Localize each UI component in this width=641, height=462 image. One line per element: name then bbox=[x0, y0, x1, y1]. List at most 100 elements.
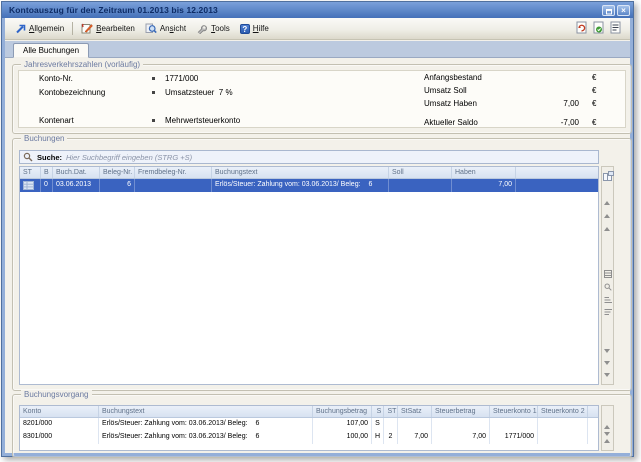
row-up-button[interactable] bbox=[604, 422, 612, 430]
cell-buchungstext: Erlös/Steuer: Zahlung vom: 03.06.2013/ B… bbox=[212, 179, 389, 192]
tabstrip: Alle Buchungen bbox=[5, 41, 630, 58]
umsatz-haben-label: Umsatz Haben bbox=[424, 99, 477, 108]
menu-allgemein-label: Allgemein bbox=[29, 24, 64, 33]
close-button[interactable]: × bbox=[617, 5, 630, 16]
row-down-button[interactable] bbox=[604, 353, 612, 361]
search-input[interactable]: Suche: Hier Suchbegriff eingeben (STRG +… bbox=[19, 150, 599, 164]
group-jahresverkehrszahlen: Jahresverkehrszahlen (vorläufig) Konto-N… bbox=[12, 64, 632, 134]
cell-konto: 8301/000 bbox=[20, 431, 99, 444]
magnifier-icon bbox=[604, 283, 612, 291]
anfangsbestand-label: Anfangsbestand bbox=[424, 73, 482, 82]
buchungsvorgang-grid-header: Konto Buchungstext Buchungsbetrag S ST S… bbox=[20, 406, 598, 418]
zoom-button[interactable] bbox=[604, 278, 612, 286]
cell-konto: 8201/000 bbox=[20, 418, 99, 431]
column-header-steuerbetrag[interactable]: Steuerbetrag bbox=[432, 406, 490, 417]
cell-steuerkonto1: 1771/000 bbox=[490, 431, 538, 444]
window-title: Kontoauszug für den Zeitraum 01.2013 bis… bbox=[9, 5, 600, 15]
column-chooser-icon bbox=[603, 171, 614, 181]
approve-document-icon bbox=[593, 21, 604, 34]
aktueller-saldo-label: Aktueller Saldo bbox=[424, 118, 478, 127]
buchungen-grid-header: ST B Buch.Dat. Beleg-Nr. Fremdbeleg-Nr. … bbox=[20, 167, 598, 179]
app-window: Kontoauszug für den Zeitraum 01.2013 bis… bbox=[1, 1, 634, 457]
column-header-haben[interactable]: Haben bbox=[452, 167, 516, 178]
row-marker-cell bbox=[20, 179, 41, 192]
column-header-soll[interactable]: Soll bbox=[389, 167, 452, 178]
column-header-buchungstext[interactable]: Buchungstext bbox=[212, 167, 389, 178]
report-document-icon bbox=[610, 21, 621, 34]
konto-nr-value: 1771/000 bbox=[165, 74, 198, 83]
search-placeholder: Hier Suchbegriff eingeben (STRG +S) bbox=[66, 153, 192, 162]
approve-document-button[interactable] bbox=[593, 21, 604, 36]
booking-row-selected[interactable]: 0 03.06.2013 6 Erlös/Steuer: Zahlung vom… bbox=[20, 179, 598, 192]
cell-fremdbelegnr bbox=[135, 179, 212, 192]
arrow-up-right-icon bbox=[15, 24, 26, 34]
menu-hilfe[interactable]: ? Hilfe bbox=[235, 22, 274, 36]
question-badge-icon: ? bbox=[240, 24, 250, 34]
column-header-st[interactable]: ST bbox=[384, 406, 398, 417]
menu-ansicht-label: Ansicht bbox=[160, 24, 186, 33]
go-last-button[interactable] bbox=[604, 377, 612, 385]
go-first-button[interactable] bbox=[604, 184, 612, 192]
edit-page-icon bbox=[81, 23, 93, 34]
go-first-button[interactable] bbox=[604, 408, 612, 416]
search-label: Suche: bbox=[37, 153, 62, 162]
column-header-buchdat[interactable]: Buch.Dat. bbox=[53, 167, 100, 178]
cell-filler bbox=[588, 418, 598, 431]
buchungsvorgang-grid: Konto Buchungstext Buchungsbetrag S ST S… bbox=[19, 405, 599, 451]
column-header-st[interactable]: ST bbox=[20, 167, 41, 178]
magnifier-page-icon bbox=[145, 23, 157, 34]
report-document-button[interactable] bbox=[610, 21, 621, 36]
page-up-button[interactable] bbox=[604, 197, 612, 205]
konto-nr-label: Konto-Nr. bbox=[39, 74, 73, 83]
column-header-b[interactable]: B bbox=[41, 167, 53, 178]
column-header-fremdbelegnr[interactable]: Fremdbeleg-Nr. bbox=[135, 167, 212, 178]
wrench-icon bbox=[196, 23, 208, 34]
kontobezeichnung-label: Kontobezeichnung bbox=[39, 88, 105, 97]
bullet-icon bbox=[152, 119, 155, 122]
currency-symbol: € bbox=[592, 73, 596, 82]
column-header-s[interactable]: S bbox=[372, 406, 384, 417]
group-buchungen-title: Buchungen bbox=[21, 134, 67, 143]
grid-cell-icon bbox=[23, 181, 34, 190]
page-down-button[interactable] bbox=[604, 365, 612, 373]
posting-row[interactable]: 8301/000 Erlös/Steuer: Zahlung vom: 03.0… bbox=[20, 431, 598, 444]
titlebar[interactable]: Kontoauszug für den Zeitraum 01.2013 bis… bbox=[2, 2, 633, 18]
cell-filler bbox=[588, 431, 598, 444]
menu-ansicht[interactable]: Ansicht bbox=[140, 21, 191, 36]
tab-alle-buchungen[interactable]: Alle Buchungen bbox=[13, 43, 89, 58]
restore-button[interactable] bbox=[602, 5, 615, 16]
currency-symbol: € bbox=[592, 118, 596, 127]
menu-bearbeiten[interactable]: Bearbeiten bbox=[76, 21, 140, 36]
kontenart-label: Kontenart bbox=[39, 116, 74, 125]
menu-bearbeiten-label: Bearbeiten bbox=[96, 24, 135, 33]
cell-b: 0 bbox=[41, 179, 53, 192]
cell-steuerbetrag: 7,00 bbox=[432, 431, 490, 444]
column-header-filler bbox=[516, 167, 598, 178]
column-header-buchungsbetrag[interactable]: Buchungsbetrag bbox=[313, 406, 372, 417]
refresh-document-button[interactable] bbox=[576, 21, 587, 36]
row-down-button[interactable] bbox=[604, 436, 612, 444]
content-area: Jahresverkehrszahlen (vorläufig) Konto-N… bbox=[5, 58, 630, 453]
cell-steuerkonto2 bbox=[538, 418, 588, 431]
column-header-belegnr[interactable]: Beleg-Nr. bbox=[100, 167, 135, 178]
menu-tools[interactable]: Tools bbox=[191, 21, 235, 36]
umsatz-soll-label: Umsatz Soll bbox=[424, 86, 467, 95]
column-header-konto[interactable]: Konto bbox=[20, 406, 99, 417]
restore-icon bbox=[604, 7, 613, 15]
menubar-right-tools bbox=[576, 21, 630, 36]
sort-asc-button[interactable] bbox=[604, 291, 612, 299]
sort-desc-button[interactable] bbox=[604, 303, 612, 311]
bullet-icon bbox=[152, 77, 155, 80]
group-buchungsvorgang: Buchungsvorgang Konto Buchungstext Buchu… bbox=[12, 394, 632, 458]
list-view-button[interactable] bbox=[604, 265, 612, 273]
column-header-stsatz[interactable]: StSatz bbox=[398, 406, 432, 417]
column-header-steuerkonto2[interactable]: Steuerkonto 2 bbox=[538, 406, 588, 417]
row-up-button[interactable] bbox=[604, 210, 612, 218]
cell-s: S bbox=[372, 418, 384, 431]
menu-allgemein[interactable]: Allgemein bbox=[10, 22, 69, 36]
grid-side-toolbar bbox=[601, 166, 614, 385]
cell-st bbox=[384, 418, 398, 431]
column-header-steuerkonto1[interactable]: Steuerkonto 1 bbox=[490, 406, 538, 417]
posting-row[interactable]: 8201/000 Erlös/Steuer: Zahlung vom: 03.0… bbox=[20, 418, 598, 431]
column-header-buchungstext[interactable]: Buchungstext bbox=[99, 406, 313, 417]
